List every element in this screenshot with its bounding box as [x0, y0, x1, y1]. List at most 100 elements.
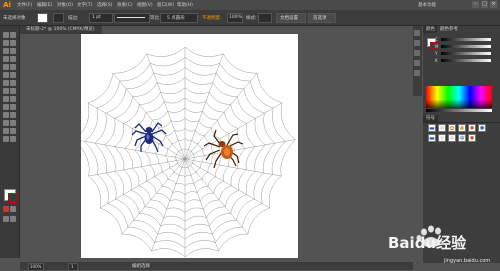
- menu-select[interactable]: 选择(S): [97, 2, 112, 8]
- zoom-tool-icon[interactable]: [10, 136, 16, 142]
- stroke-color-picker[interactable]: [53, 13, 64, 23]
- magic-wand-tool-icon[interactable]: [3, 40, 9, 46]
- cyan-slider[interactable]: C: [435, 37, 495, 42]
- rectangle-tool-icon[interactable]: [10, 56, 16, 62]
- profile-line: [117, 17, 145, 18]
- artboard-tool-icon[interactable]: [3, 128, 9, 134]
- magenta-track[interactable]: [441, 45, 491, 48]
- artboard-number: 1: [71, 264, 74, 269]
- spider-web: [74, 46, 296, 258]
- eraser-tool-icon[interactable]: [10, 72, 16, 78]
- symbols-tab[interactable]: 符号: [423, 115, 438, 122]
- close-icon[interactable]: ×: [490, 1, 497, 8]
- document-setup-button[interactable]: 文档设置: [276, 13, 306, 23]
- menu-effect[interactable]: 效果(C): [117, 2, 133, 8]
- opacity-label[interactable]: 不透明度:: [202, 15, 222, 21]
- stroke-swatch[interactable]: [8, 193, 18, 203]
- screen-mode-icon[interactable]: [10, 216, 16, 222]
- color-spectrum[interactable]: [426, 86, 492, 108]
- document-tab[interactable]: 未标题-2* @ 100% (CMYK/预览): [20, 26, 102, 34]
- variable-width-profile[interactable]: [114, 13, 150, 23]
- symbol-swatch-2[interactable]: ✱: [438, 124, 446, 132]
- preferences-button[interactable]: 首选项: [308, 13, 336, 23]
- fill-color-picker[interactable]: [37, 13, 48, 23]
- artboard[interactable]: [74, 34, 298, 258]
- magenta-slider[interactable]: M: [435, 44, 495, 49]
- slice-tool-icon[interactable]: [10, 128, 16, 134]
- grayscale-ramp[interactable]: [426, 109, 492, 112]
- opacity-field[interactable]: 100%: [227, 13, 243, 23]
- web-spoke: [184, 158, 219, 252]
- draw-mode-icon[interactable]: [3, 216, 9, 222]
- pen-tool-icon[interactable]: [3, 48, 9, 54]
- symbol-swatch-1[interactable]: ▬: [428, 124, 436, 132]
- color-mode-icon[interactable]: [3, 206, 9, 212]
- color-guide-panel-icon[interactable]: [414, 40, 420, 46]
- orange-spider: [203, 129, 244, 169]
- symbol-swatch-11[interactable]: ✹: [468, 134, 476, 142]
- menu-type[interactable]: 文字(T): [77, 2, 92, 8]
- color-tab[interactable]: 颜色: [423, 26, 438, 33]
- scale-tool-icon[interactable]: [10, 80, 16, 86]
- toolbox: [0, 26, 20, 258]
- maximize-icon[interactable]: □: [481, 1, 488, 8]
- line-tool-icon[interactable]: [3, 56, 9, 62]
- black-slider[interactable]: K: [435, 58, 495, 63]
- symbols-panel-icon[interactable]: [414, 70, 420, 76]
- selection-tool-icon[interactable]: [3, 32, 9, 38]
- paintbrush-tool-icon[interactable]: [3, 64, 9, 70]
- free-transform-tool-icon[interactable]: [10, 88, 16, 94]
- blob-brush-tool-icon[interactable]: [3, 72, 9, 78]
- column-graph-tool-icon[interactable]: [10, 120, 16, 126]
- hand-tool-icon[interactable]: [3, 136, 9, 142]
- perspective-grid-tool-icon[interactable]: [10, 96, 16, 102]
- cyan-track[interactable]: [441, 38, 491, 41]
- workspace-switcher[interactable]: 基本功能: [418, 2, 436, 8]
- symbol-swatch-3[interactable]: ✿: [448, 124, 456, 132]
- symbol-sprayer-tool-icon[interactable]: [3, 120, 9, 126]
- pencil-tool-icon[interactable]: [10, 64, 16, 70]
- symbol-swatch-8[interactable]: ✦: [438, 134, 446, 142]
- color-guide-tab[interactable]: 颜色参考: [437, 26, 461, 33]
- blend-tool-icon[interactable]: [10, 112, 16, 118]
- lasso-tool-icon[interactable]: [10, 40, 16, 46]
- black-track[interactable]: [441, 59, 491, 62]
- eyedropper-tool-icon[interactable]: [3, 112, 9, 118]
- mesh-tool-icon[interactable]: [3, 104, 9, 110]
- type-tool-icon[interactable]: [10, 48, 16, 54]
- rotate-tool-icon[interactable]: [3, 80, 9, 86]
- symbol-swatch-4[interactable]: ❀: [458, 124, 466, 132]
- gradient-tool-icon[interactable]: [10, 104, 16, 110]
- menu-edit[interactable]: 编辑(E): [37, 2, 52, 8]
- menu-file[interactable]: 文件(F): [17, 2, 32, 8]
- preferences-label: 首选项: [313, 16, 327, 21]
- symbol-swatch-5[interactable]: ✸: [468, 124, 476, 132]
- direct-selection-tool-icon[interactable]: [10, 32, 16, 38]
- shape-builder-tool-icon[interactable]: [3, 96, 9, 102]
- graphic-style-picker[interactable]: [258, 13, 272, 23]
- color-panel-icon[interactable]: [414, 30, 420, 36]
- menu-view[interactable]: 视图(V): [137, 2, 153, 8]
- symbol-swatch-9[interactable]: ♣: [448, 134, 456, 142]
- width-tool-icon[interactable]: [3, 88, 9, 94]
- swatches-panel-icon[interactable]: [414, 50, 420, 56]
- profile-label: 等比: [150, 16, 159, 21]
- menu-help[interactable]: 帮助(H): [177, 2, 193, 8]
- symbol-swatch-6[interactable]: ✺: [478, 124, 486, 132]
- blue-spider: [131, 122, 167, 153]
- gradient-mode-icon[interactable]: [10, 206, 16, 212]
- yellow-label: Y: [435, 51, 438, 56]
- brush-definition[interactable]: 5 点圆形: [160, 13, 198, 23]
- watermark-url: jingyan.baidu.com: [444, 258, 491, 264]
- symbol-swatch-10[interactable]: ✲: [458, 134, 466, 142]
- symbol-swatch-7[interactable]: ▬: [428, 134, 436, 142]
- menu-window[interactable]: 窗口(W): [157, 2, 174, 8]
- minimize-icon[interactable]: –: [472, 1, 479, 8]
- zoom-value: 100%: [30, 264, 42, 269]
- yellow-track[interactable]: [441, 52, 491, 55]
- yellow-slider[interactable]: Y: [435, 51, 495, 56]
- app-logo: Ai: [3, 1, 11, 9]
- menu-object[interactable]: 对象(O): [57, 2, 73, 8]
- stroke-weight-field[interactable]: 1 pt: [89, 13, 113, 23]
- brushes-panel-icon[interactable]: [414, 60, 420, 66]
